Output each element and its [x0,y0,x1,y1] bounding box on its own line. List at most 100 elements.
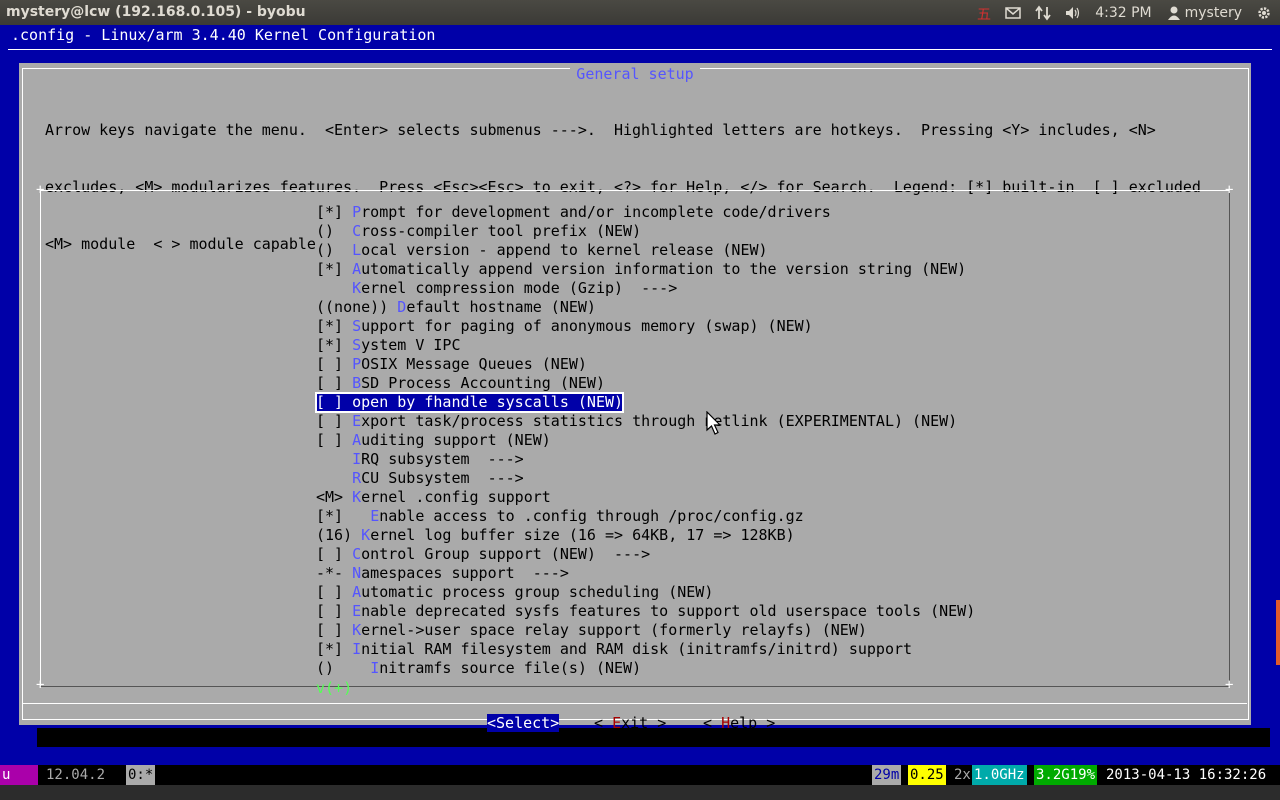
menu-item[interactable]: [*] Enable access to .config through /pr… [316,507,804,525]
scroll-more-indicator: v(+) [316,679,353,697]
active-window-tab[interactable]: 0:* [126,765,156,785]
menu-item-label: rompt for development and/or incomplete … [361,203,831,221]
help-line: Arrow keys navigate the menu. <Enter> se… [45,121,1156,139]
menu-item-state: () [316,241,353,259]
menu-item-hotkey: K [352,488,362,506]
menu-item-state: <M> [316,488,353,506]
menu-item-label: upport for paging of anonymous memory (s… [361,317,813,335]
svg-text:五: 五 [977,7,991,21]
memory-usage: 3.2G19% [1034,765,1098,785]
config-header: .config - Linux/arm 3.4.40 Kernel Config… [11,26,436,44]
menu-item[interactable]: [ ] open by fhandle syscalls (NEW) [314,392,625,413]
menu-item[interactable]: <M> Kernel .config support [316,488,551,506]
menu-item-state: [*] [316,203,353,221]
top-panel: mystery@lcw (192.168.0.105) - byobu 五 4:… [0,0,1280,25]
menu-item[interactable]: () Local version - append to kernel rele… [316,241,768,259]
corner: + [1225,677,1234,693]
menu-item[interactable]: () Initramfs source file(s) (NEW) [316,659,641,677]
corner: + [36,182,45,198]
menu-item[interactable]: [ ] Auditing support (NEW) [316,431,551,449]
gear-icon[interactable] [1256,5,1272,21]
byobu-status-bar: u 12.04.2 0:* 29m 0.25 2x 1.0GHz 3.2G19%… [0,765,1280,785]
menu-item-hotkey: P [352,203,362,221]
menu-item-state: [ ] [316,393,353,411]
menu-item[interactable]: RCU Subsystem ---> [316,469,524,487]
mail-icon[interactable] [1005,5,1021,21]
menu-item[interactable]: () Cross-compiler tool prefix (NEW) [316,222,641,240]
menu-item-state: ((none)) [316,298,398,316]
menu-item[interactable]: [*] Initial RAM filesystem and RAM disk … [316,640,912,658]
menu-item-state: [*] [316,317,353,335]
menu-item-state: [ ] [316,431,353,449]
menu-item-label: OSIX Message Queues (NEW) [361,355,587,373]
menu-item-hotkey: N [352,564,362,582]
menu-item-state: [ ] [316,412,353,430]
menu-item-state: [*] [316,260,353,278]
exit-button[interactable]: < Exit > [594,714,666,732]
menu-item-hotkey: I [352,640,362,658]
menu-item-hotkey: I [370,659,380,677]
menu-item-label: ystem V IPC [361,336,461,354]
network-icon[interactable] [1035,5,1051,21]
exit-button-prefix: < [594,714,613,732]
menu-item-hotkey: E [370,507,380,525]
menu-item[interactable]: [ ] POSIX Message Queues (NEW) [316,355,587,373]
terminal[interactable]: .config - Linux/arm 3.4.40 Kernel Config… [0,25,1280,765]
menu-item-label: efault hostname (NEW) [406,298,596,316]
corner: + [1225,182,1234,198]
user-icon [1167,6,1180,20]
menu-item-state: [*] [316,507,371,525]
menu-item-state: [ ] [316,621,353,639]
menu-item-hotkey: o [352,393,362,411]
corner: + [36,677,45,693]
header-divider [8,49,1272,50]
menu-item-hotkey: A [352,583,362,601]
menu-item-hotkey: P [352,355,362,373]
menu-item-label: nable deprecated sysfs features to suppo… [361,602,976,620]
menu-list[interactable]: [*] Prompt for development and/or incomp… [314,203,975,678]
menuconfig-dialog: General setup Arrow keys navigate the me… [19,63,1251,732]
release-version: 12.04.2 [46,767,106,783]
menu-item-label: nitial RAM filesystem and RAM disk (init… [361,640,913,658]
menu-item-label: amespaces support ---> [361,564,569,582]
menu-item[interactable]: [ ] Export task/process statistics throu… [316,412,957,430]
menu-item-label: pen by fhandle syscalls (NEW) [361,393,624,411]
menu-item-state: () [316,222,353,240]
menu-item-state: [*] [316,336,353,354]
menu-item-label: uditing support (NEW) [361,431,551,449]
input-method-icon[interactable]: 五 [975,5,991,21]
menu-item[interactable]: Kernel compression mode (Gzip) ---> [316,279,677,297]
menu-item[interactable]: [*] Automatically append version informa… [316,260,966,278]
menu-item-label: utomatic process group scheduling (NEW) [361,583,714,601]
mouse-pointer-icon [706,411,722,435]
menu-item-hotkey: K [361,526,371,544]
menu-item[interactable]: IRQ subsystem ---> [316,450,524,468]
button-row: <Select> < Exit > < Help > [19,714,1251,734]
menu-item-label: ernel .config support [361,488,551,506]
menu-item[interactable]: [ ] Automatic process group scheduling (… [316,583,713,601]
menu-item[interactable]: [ ] BSD Process Accounting (NEW) [316,374,605,392]
clock[interactable]: 4:32 PM [1095,5,1151,21]
menu-item-hotkey: A [352,260,362,278]
menu-item[interactable]: [*] Prompt for development and/or incomp… [316,203,831,221]
menu-item-label: ross-compiler tool prefix (NEW) [361,222,642,240]
menu-item[interactable]: (16) Kernel log buffer size (16 => 64KB,… [316,526,795,544]
menu-item-label: ernel compression mode (Gzip) ---> [361,279,678,297]
menu-item-label: ernel log buffer size (16 => 64KB, 17 =>… [370,526,795,544]
menu-item[interactable]: [*] Support for paging of anonymous memo… [316,317,813,335]
user-menu[interactable]: mystery [1166,5,1242,21]
menu-item[interactable]: -*- Namespaces support ---> [316,564,569,582]
menu-item[interactable]: ((none)) Default hostname (NEW) [316,298,596,316]
volume-icon[interactable] [1065,5,1081,21]
menu-item-state: [*] [316,640,353,658]
menu-item[interactable]: [ ] Enable deprecated sysfs features to … [316,602,975,620]
menu-item[interactable]: [ ] Control Group support (NEW) ---> [316,545,650,563]
menu-item-label: CU Subsystem ---> [361,469,524,487]
cpu-frequency: 1.0GHz [972,765,1027,785]
help-button[interactable]: < Help > [703,714,775,732]
menu-item-state: [ ] [316,545,353,563]
menu-item[interactable]: [*] System V IPC [316,336,461,354]
menu-item[interactable]: [ ] Kernel->user space relay support (fo… [316,621,867,639]
menu-item-state [316,279,352,297]
select-button[interactable]: <Select> [487,714,560,732]
